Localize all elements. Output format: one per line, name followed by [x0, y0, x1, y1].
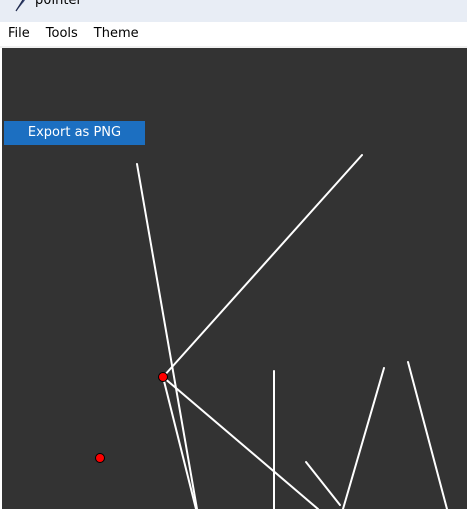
stroke-line: [407, 361, 448, 509]
menu-tools[interactable]: Tools: [38, 22, 86, 46]
canvas-point[interactable]: [158, 372, 168, 382]
export-png-menu-item[interactable]: Export as PNG: [4, 121, 145, 145]
canvas-drawing: [95, 154, 448, 509]
title-bar: p0inter: [0, 0, 467, 22]
canvas-point[interactable]: [95, 453, 105, 463]
window-title: p0inter: [35, 0, 82, 8]
stroke-line: [136, 163, 198, 509]
menu-theme[interactable]: Theme: [86, 22, 147, 46]
menu-bar: File Tools Theme: [0, 22, 467, 46]
menu-file[interactable]: File: [0, 22, 38, 46]
drawing-canvas[interactable]: [2, 48, 467, 509]
feather-icon: [12, 0, 30, 12]
stroke-line: [162, 154, 363, 378]
stroke-line: [162, 376, 197, 509]
stroke-line: [305, 461, 341, 506]
stroke-line: [342, 367, 385, 509]
